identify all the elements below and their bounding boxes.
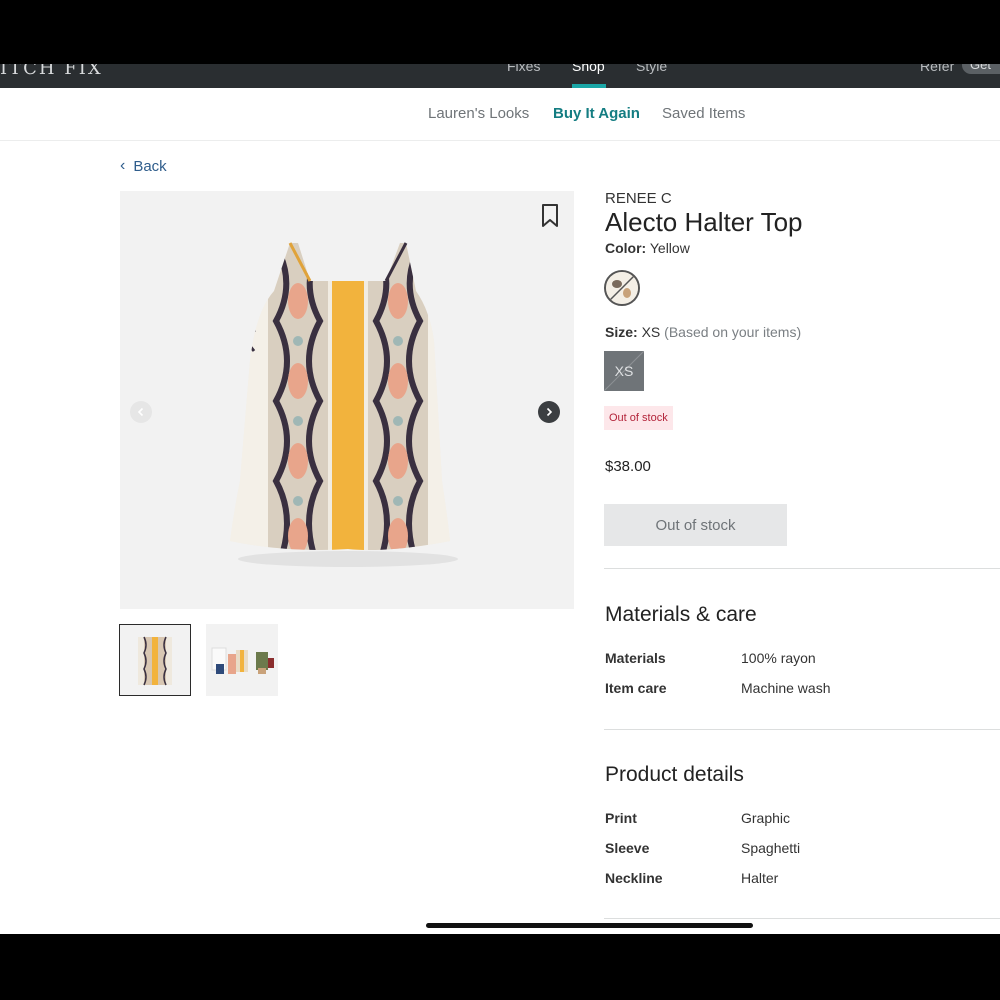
neckline-label: Neckline [605,870,663,886]
next-image-button[interactable] [538,401,560,423]
size-label: Size: [605,324,638,340]
chevron-left-icon: ‹ [120,157,126,174]
print-label: Print [605,810,637,826]
divider [604,729,1000,730]
letterbox-bottom [0,934,1000,1000]
size-note: (Based on your items) [664,324,802,340]
tab-saved-items[interactable]: Saved Items [662,105,745,122]
back-label: Back [133,157,167,175]
color-line: Color: Yellow [605,240,690,256]
nav-get-pill[interactable]: Get [962,64,1000,74]
prev-image-button[interactable] [130,401,152,423]
out-of-stock-button[interactable]: Out of stock [604,504,787,546]
nav-fixes[interactable]: Fixes [507,64,540,74]
color-swatch-yellow[interactable] [604,270,640,306]
brand-logo[interactable]: ITCH FIX [0,64,103,79]
letterbox-top [0,0,1000,64]
divider [604,918,1000,919]
materials-label: Materials [605,650,666,666]
swatch-pattern-icon [606,272,638,304]
product-title: Alecto Halter Top [605,207,803,237]
nav-refer[interactable]: Refer [920,64,954,74]
product-brand: RENEE C [605,190,672,207]
size-option-xs[interactable]: XS [604,351,644,391]
item-care-label: Item care [605,680,667,696]
sub-nav: Lauren's Looks Buy It Again Saved Items [0,88,1000,141]
size-line: Size: XS (Based on your items) [605,324,801,340]
product-image [120,191,574,609]
thumbnail-2[interactable] [206,624,278,696]
back-link[interactable]: ‹ Back [120,157,167,175]
nav-shop[interactable]: Shop [572,64,605,74]
size-value: XS [641,324,661,340]
thumbnail-garment-image [138,636,172,686]
item-care-value: Machine wash [741,680,831,696]
garment-illustration [230,242,458,567]
color-value: Yellow [649,240,690,256]
product-details-title: Product details [605,763,744,786]
divider [604,568,1000,569]
nav-style[interactable]: Style [636,64,667,74]
app-screen: ITCH FIX Fixes Shop Style Refer Get Laur… [0,64,1000,934]
stock-status-badge: Out of stock [604,406,673,430]
product-price: $38.00 [605,458,651,475]
chevron-left-icon [137,407,144,417]
size-option-label: XS [614,363,634,379]
neckline-value: Halter [741,870,779,886]
sleeve-label: Sleeve [605,840,650,856]
color-label: Color: [605,240,647,256]
materials-value: 100% rayon [741,650,816,666]
top-nav: ITCH FIX Fixes Shop Style Refer Get [0,64,1000,88]
bookmark-icon[interactable] [540,203,560,229]
chevron-right-icon [546,407,553,417]
thumbnail-outfit-image [211,647,274,674]
materials-care-title: Materials & care [605,603,757,626]
home-indicator[interactable] [426,923,753,928]
sleeve-value: Spaghetti [741,840,801,856]
tab-laurens-looks[interactable]: Lauren's Looks [428,105,529,122]
thumbnail-1[interactable] [119,624,191,696]
tab-buy-it-again[interactable]: Buy It Again [553,105,640,122]
print-value: Graphic [741,810,791,826]
